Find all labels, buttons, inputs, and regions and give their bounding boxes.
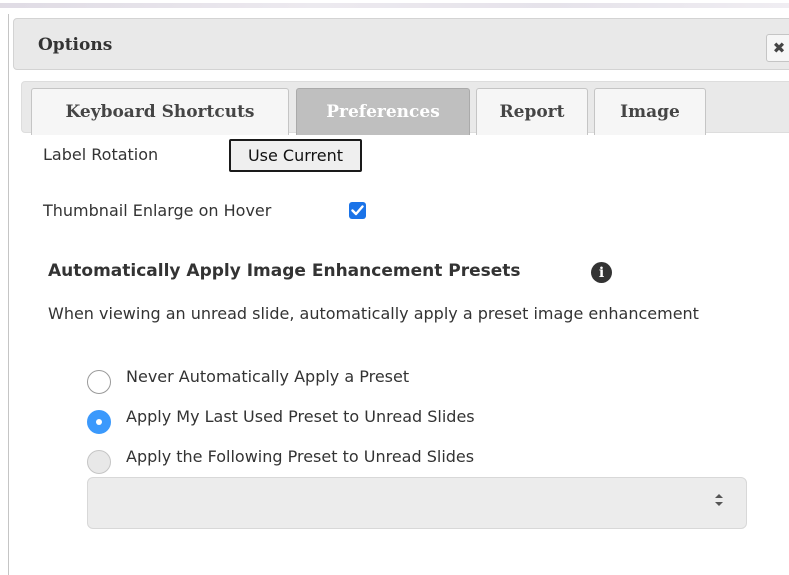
dialog-title: Options (38, 35, 113, 55)
presets-heading: Automatically Apply Image Enhancement Pr… (48, 261, 521, 281)
dialog-titlebar: Options ✖ (13, 18, 789, 70)
tab-report[interactable]: Report (476, 88, 588, 135)
tab-image[interactable]: Image (594, 88, 706, 135)
thumbnail-enlarge-label: Thumbnail Enlarge on Hover (43, 201, 272, 220)
radio-label-never-apply: Never Automatically Apply a Preset (126, 367, 410, 386)
tab-label: Image (620, 102, 680, 122)
use-current-button[interactable]: Use Current (229, 139, 362, 172)
info-circle-icon[interactable]: i (591, 262, 612, 283)
radio-never-apply[interactable] (87, 370, 111, 394)
radio-following-preset[interactable] (87, 450, 111, 474)
tab-keyboard-shortcuts[interactable]: Keyboard Shortcuts (31, 88, 289, 135)
thumbnail-enlarge-checkbox[interactable] (349, 202, 366, 219)
label-rotation-label: Label Rotation (43, 145, 159, 164)
radio-label-last-used-preset: Apply My Last Used Preset to Unread Slid… (126, 407, 475, 426)
close-icon: ✖ (772, 39, 786, 57)
tab-bar: Keyboard Shortcuts Preferences Report Im… (21, 81, 789, 135)
radio-label-following-preset: Apply the Following Preset to Unread Sli… (126, 447, 475, 466)
select-arrows-icon (714, 492, 724, 512)
radio-last-used-preset[interactable] (87, 410, 111, 434)
top-strip-line (0, 3, 789, 8)
tab-label: Preferences (326, 102, 440, 122)
close-button[interactable]: ✖ (766, 34, 789, 62)
preset-select[interactable] (87, 477, 747, 529)
tab-preferences[interactable]: Preferences (296, 88, 470, 135)
page-top-strip (0, 0, 789, 12)
tab-label: Report (499, 102, 565, 122)
checkmark-icon (351, 205, 364, 216)
tab-label: Keyboard Shortcuts (65, 102, 255, 122)
presets-description: When viewing an unread slide, automatica… (48, 304, 699, 323)
